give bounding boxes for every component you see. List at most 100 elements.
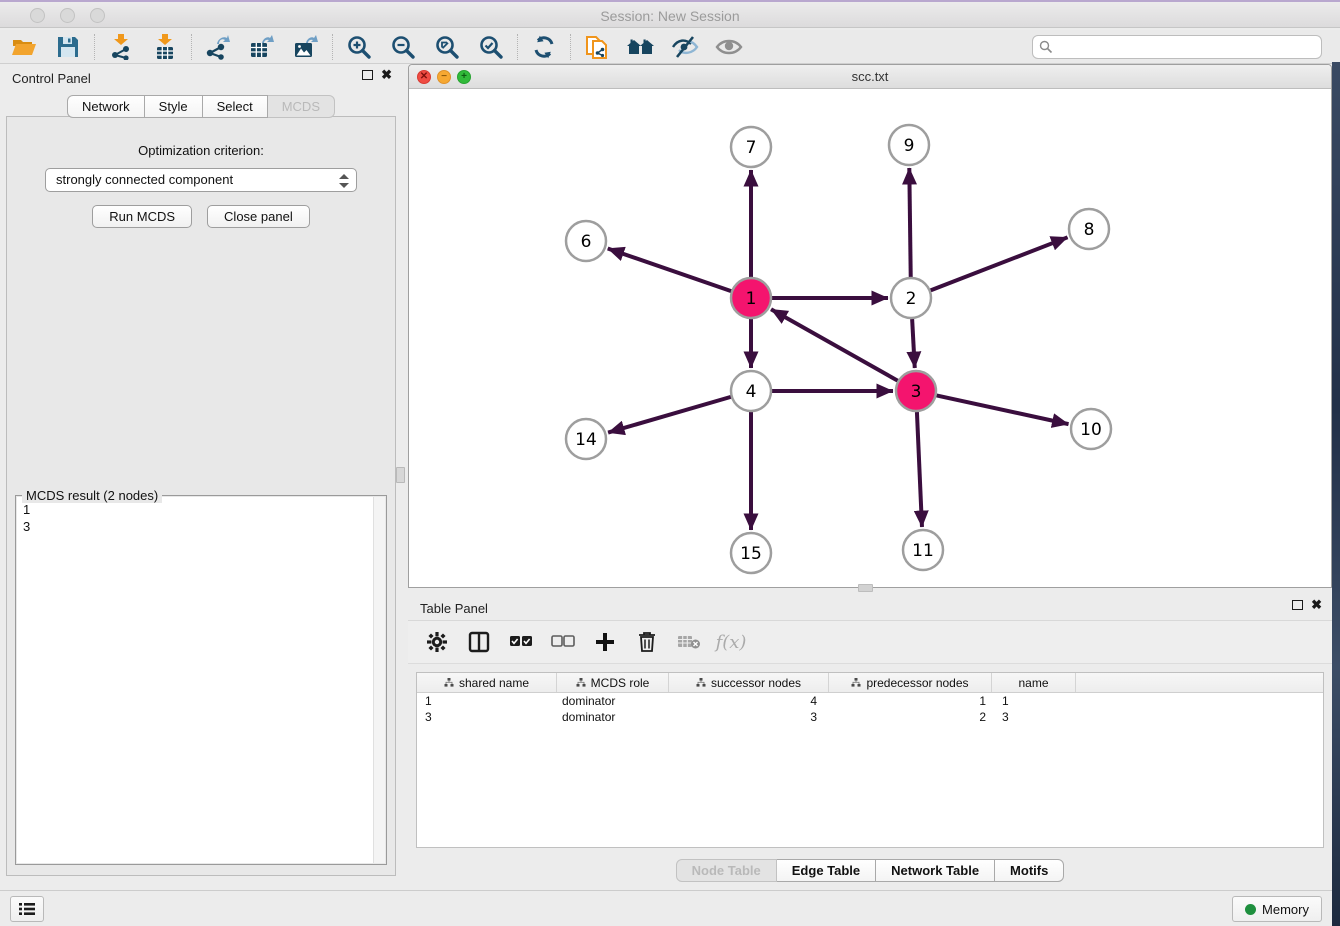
- result-scrollbar[interactable]: [373, 497, 385, 863]
- graph-edge-3-10[interactable]: [937, 395, 1069, 424]
- delete-entry-button[interactable]: [632, 627, 662, 657]
- function-builder-button[interactable]: f(x): [716, 627, 746, 657]
- application-window: Session: New Session: [0, 0, 1340, 926]
- graph-node-label: 7: [746, 138, 757, 158]
- zoom-in-button[interactable]: [337, 31, 381, 63]
- task-history-button[interactable]: [10, 896, 44, 922]
- table-tab-edge-table[interactable]: Edge Table: [777, 859, 876, 882]
- memory-label: Memory: [1262, 902, 1309, 917]
- graph-edge-2-3[interactable]: [912, 319, 915, 368]
- mcds-result-list[interactable]: 13: [17, 497, 385, 863]
- column-header-predecessor-nodes[interactable]: predecessor nodes: [829, 673, 992, 692]
- status-bar: Memory: [0, 890, 1332, 926]
- export-table-button[interactable]: [240, 31, 284, 63]
- graph-node-label: 6: [581, 232, 592, 252]
- table-tab-node-table[interactable]: Node Table: [676, 859, 777, 882]
- horizontal-splitter-grip[interactable]: [858, 584, 873, 592]
- import-table-button[interactable]: [143, 31, 187, 63]
- zoom-out-button[interactable]: [381, 31, 425, 63]
- column-header-MCDS-role[interactable]: MCDS role: [557, 673, 669, 692]
- show-panels-button[interactable]: [707, 31, 751, 63]
- graph-edge-2-9[interactable]: [909, 168, 910, 277]
- zoom-selected-button[interactable]: [469, 31, 513, 63]
- float-panel-icon[interactable]: [362, 70, 373, 80]
- save-floppy-icon: [57, 36, 79, 58]
- export-table-icon: [249, 34, 275, 60]
- column-header-name[interactable]: name: [992, 673, 1076, 692]
- control-panel-header: Control Panel ✖: [0, 64, 402, 90]
- eye-icon: [715, 37, 743, 57]
- delete-table-button[interactable]: [674, 627, 704, 657]
- cell-name: 1: [992, 693, 1076, 709]
- tab-style[interactable]: Style: [145, 95, 203, 118]
- eye-slash-icon: [671, 36, 699, 58]
- toolbar-separator: [191, 34, 192, 60]
- optimization-criterion-select[interactable]: strongly connected component: [45, 168, 357, 192]
- graph-node-label: 4: [746, 382, 757, 402]
- memory-button[interactable]: Memory: [1232, 896, 1322, 922]
- tab-network[interactable]: Network: [67, 95, 145, 118]
- export-image-button[interactable]: [284, 31, 328, 63]
- tree-icon: [851, 678, 861, 687]
- open-folder-icon: [11, 35, 37, 59]
- column-label: MCDS role: [591, 676, 650, 690]
- network-canvas[interactable]: 7968124314101511: [409, 89, 1331, 587]
- import-table-icon: [153, 34, 177, 60]
- zoom-in-icon: [346, 34, 372, 60]
- clone-network-button[interactable]: [575, 31, 619, 63]
- save-session-button[interactable]: [46, 31, 90, 63]
- mcds-result-box: 13 MCDS result (2 nodes): [15, 495, 387, 865]
- column-label: predecessor nodes: [866, 676, 968, 690]
- cell-shared-name: 1: [417, 693, 557, 709]
- search-input[interactable]: [1032, 35, 1322, 59]
- table-row[interactable]: 1dominator411: [417, 693, 1323, 709]
- network-view-window: ✕ − + scc.txt 7968124314101511: [408, 64, 1332, 588]
- close-panel-button[interactable]: Close panel: [207, 205, 310, 228]
- table-panel: Table Panel ✖: [408, 594, 1332, 888]
- export-network-button[interactable]: [196, 31, 240, 63]
- open-session-button[interactable]: [2, 31, 46, 63]
- hide-panels-button[interactable]: [663, 31, 707, 63]
- refresh-layout-button[interactable]: [522, 31, 566, 63]
- float-table-panel-icon[interactable]: [1292, 600, 1303, 610]
- table-header-row: shared name MCDS role successor nodes prede…: [417, 673, 1323, 693]
- graph-edge-3-11[interactable]: [917, 412, 922, 527]
- column-layout-button[interactable]: [464, 627, 494, 657]
- refresh-icon: [531, 34, 557, 60]
- import-network-button[interactable]: [99, 31, 143, 63]
- graph-edge-3-1[interactable]: [771, 309, 898, 380]
- column-header-shared-name[interactable]: shared name: [417, 673, 557, 692]
- main-toolbar: [0, 30, 1340, 64]
- zoom-fit-icon: [434, 34, 460, 60]
- close-panel-icon[interactable]: ✖: [381, 70, 392, 80]
- add-entry-button[interactable]: [590, 627, 620, 657]
- table-tab-motifs[interactable]: Motifs: [995, 859, 1064, 882]
- graph-node-label: 15: [740, 544, 762, 564]
- vertical-splitter-grip[interactable]: [396, 467, 405, 483]
- plus-icon: [595, 632, 615, 652]
- table-tab-network-table[interactable]: Network Table: [876, 859, 995, 882]
- search-container: [1032, 35, 1322, 59]
- toolbar-separator: [570, 34, 571, 60]
- graph-edge-1-6[interactable]: [608, 249, 731, 292]
- close-table-panel-icon[interactable]: ✖: [1311, 600, 1322, 610]
- select-all-button[interactable]: [506, 627, 536, 657]
- zoom-fit-button[interactable]: [425, 31, 469, 63]
- column-header-successor-nodes[interactable]: successor nodes: [669, 673, 829, 692]
- deselect-all-button[interactable]: [548, 627, 578, 657]
- run-mcds-button[interactable]: Run MCDS: [92, 205, 192, 228]
- graph-edge-4-14[interactable]: [608, 397, 731, 433]
- tab-mcds[interactable]: MCDS: [268, 95, 335, 118]
- node-table: shared name MCDS role successor nodes prede…: [416, 672, 1324, 848]
- home-view-button[interactable]: [619, 31, 663, 63]
- list-icon: [18, 902, 36, 916]
- graph-edge-2-8[interactable]: [931, 237, 1068, 290]
- table-settings-button[interactable]: [422, 627, 452, 657]
- clone-network-icon: [584, 33, 610, 61]
- table-panel-title: Table Panel: [420, 601, 488, 616]
- table-row[interactable]: 3dominator323: [417, 709, 1323, 725]
- column-label: successor nodes: [711, 676, 801, 690]
- table-tabs: Node TableEdge TableNetwork TableMotifs: [408, 859, 1332, 882]
- checked-boxes-icon: [509, 635, 533, 649]
- tab-select[interactable]: Select: [203, 95, 268, 118]
